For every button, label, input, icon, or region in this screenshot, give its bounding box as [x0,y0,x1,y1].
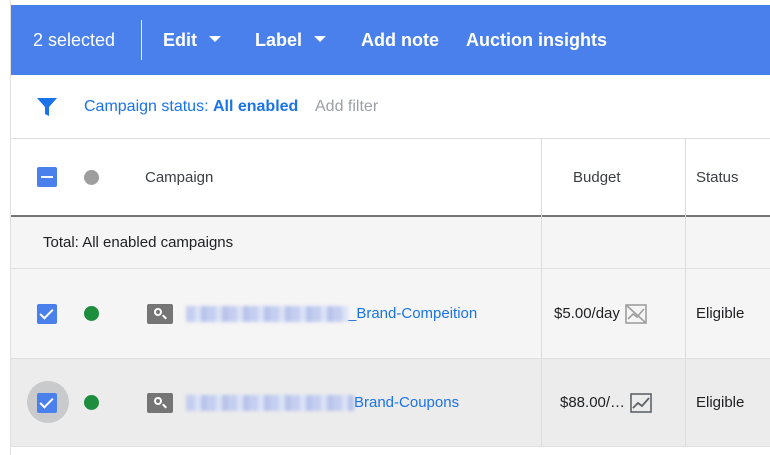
campaign-type-cell [147,269,173,358]
column-divider [685,139,686,217]
column-header-campaign[interactable]: Campaign [145,139,213,215]
row-checkbox-cell[interactable] [37,359,57,446]
column-divider [541,359,542,447]
chevron-down-icon [209,36,221,43]
status-dot-icon [84,169,99,185]
status-value: Eligible [696,394,745,411]
campaign-type-cell [147,359,173,446]
filter-value: All enabled [212,98,299,115]
row-checkbox[interactable] [37,303,57,324]
status-dot-cell [84,359,99,446]
column-divider [685,359,686,447]
column-header-status[interactable]: Status [696,139,739,215]
budget-value: $5.00/day [554,305,620,322]
table-row[interactable]: _Brand-Compeition $5.00/day Eligible [11,269,770,359]
column-divider [541,269,542,359]
enabled-status-dot-icon [84,395,99,410]
toolbar-divider [141,20,142,60]
edit-menu-button[interactable]: Edit [163,5,221,75]
total-row: Total: All enabled campaigns [11,217,770,269]
column-divider [685,217,686,269]
selection-count: 2 selected [33,30,116,50]
status-dot-header-cell [84,139,99,215]
filter-prefix: Campaign status: [84,98,213,115]
search-icon [147,303,173,324]
column-divider [541,217,542,269]
select-all-checkbox-cell[interactable] [37,139,57,215]
edit-label: Edit [163,30,197,50]
filter-icon[interactable] [36,96,58,118]
campaign-name-cell[interactable]: _Brand-Compeition [186,269,477,358]
chevron-down-icon [314,36,327,43]
search-icon [147,392,173,413]
filter-bar: Campaign status: All enabled Add filter [11,75,770,139]
enabled-status-dot-icon [84,306,99,321]
campaign-name-link[interactable]: Brand-Coupons [354,394,459,411]
redacted-text [186,394,354,411]
row-checkbox[interactable] [37,392,57,413]
budget-cell[interactable]: $5.00/day [554,269,647,358]
left-edge [0,0,11,455]
no-data-chart-icon[interactable] [625,303,647,324]
label-label: Label [255,30,303,50]
column-divider [685,269,686,359]
budget-cell[interactable]: $88.00/… [560,359,652,446]
total-label: Total: All enabled campaigns [43,234,234,251]
auction-insights-button[interactable]: Auction insights [466,5,607,75]
add-filter-button[interactable]: Add filter [315,75,378,139]
row-checkbox-cell[interactable] [37,269,57,358]
line-chart-icon[interactable] [630,392,652,413]
table-row[interactable]: Brand-Coupons $88.00/… Eligible [11,359,770,447]
status-dot-cell [84,269,99,358]
campaign-name-cell[interactable]: Brand-Coupons [186,359,459,446]
label-menu-button[interactable]: Label [255,5,327,75]
select-all-checkbox[interactable] [37,167,57,187]
column-divider [541,139,542,217]
add-note-button[interactable]: Add note [361,5,439,75]
campaign-name-link[interactable]: _Brand-Compeition [348,305,477,322]
table-header: Campaign Budget Status [11,139,770,217]
selection-toolbar: 2 selected Edit Label Add note Auction i… [11,5,770,75]
budget-value: $88.00/… [560,394,626,411]
redacted-text [186,305,348,322]
column-header-budget[interactable]: Budget [573,139,621,215]
status-value: Eligible [696,305,745,322]
campaign-status-filter[interactable]: Campaign status: All enabled [84,75,298,139]
